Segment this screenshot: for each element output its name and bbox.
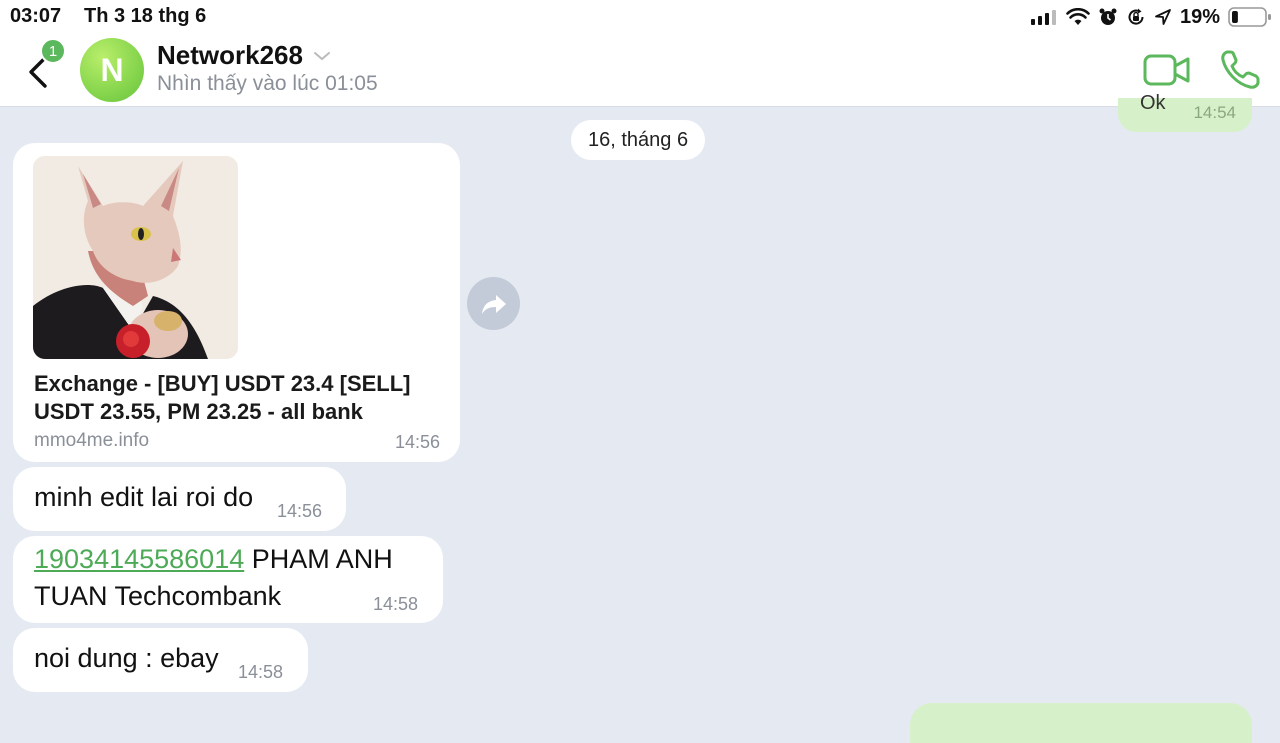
avatar[interactable]: N xyxy=(80,38,144,102)
forward-button[interactable] xyxy=(467,277,520,330)
outgoing-message-text-partial: Ok xyxy=(1140,92,1166,114)
voice-call-button[interactable] xyxy=(1218,48,1262,92)
incoming-message[interactable]: minh edit lai roi do 14:56 xyxy=(13,467,346,531)
link-preview-title: Exchange - [BUY] USDT 23.4 [SELL] USDT 2… xyxy=(34,371,411,424)
message-time: 14:54 xyxy=(1193,103,1236,122)
cellular-signal-icon xyxy=(1030,9,1058,25)
last-seen-status: Nhìn thấy vào lúc 01:05 xyxy=(157,72,378,95)
video-camera-icon xyxy=(1143,54,1190,86)
chevron-down-icon xyxy=(313,51,330,60)
date-separator: 16, tháng 6 xyxy=(571,120,706,160)
battery-icon xyxy=(1228,6,1272,28)
phone-icon xyxy=(1221,50,1260,89)
contact-name-label: Network268 xyxy=(157,40,303,70)
alarm-icon xyxy=(1098,7,1118,27)
status-date: Th 3 18 thg 6 xyxy=(84,5,207,27)
outgoing-message-partial[interactable]: Ok 14:54 xyxy=(1118,92,1252,132)
incoming-message[interactable]: 19034145586014 PHAM ANH TUAN Techcombank… xyxy=(13,536,443,623)
message-time: 14:56 xyxy=(277,501,323,521)
message-text: noi dung : ebay xyxy=(34,643,219,673)
contact-name[interactable]: Network268 xyxy=(157,40,331,71)
message-text-container: 19034145586014 PHAM ANH TUAN Techcombank xyxy=(34,541,429,615)
message-time: 14:56 xyxy=(394,432,440,452)
video-call-button[interactable] xyxy=(1142,50,1192,90)
message-text: minh edit lai roi do xyxy=(34,482,254,512)
link-preview-image[interactable] xyxy=(33,156,238,359)
status-time: 03:07 xyxy=(10,5,62,27)
message-time: 14:58 xyxy=(373,594,419,614)
location-icon xyxy=(1154,8,1172,26)
message-time: 14:58 xyxy=(238,662,284,682)
account-number-link[interactable]: 19034145586014 xyxy=(34,544,244,574)
wifi-icon xyxy=(1066,8,1090,26)
status-bar: 03:07 Th 3 18 thg 6 19% xyxy=(0,0,1280,34)
status-icons: 19% xyxy=(1030,4,1272,30)
incoming-message[interactable]: noi dung : ebay 14:58 xyxy=(13,628,308,692)
unread-badge: 1 xyxy=(40,38,66,64)
outgoing-message-partial[interactable] xyxy=(910,703,1252,743)
orientation-lock-icon xyxy=(1126,7,1146,27)
battery-percent: 19% xyxy=(1179,5,1220,28)
link-preview-message[interactable]: Exchange - [BUY] USDT 23.4 [SELL] USDT 2… xyxy=(13,143,460,462)
link-preview-domain: mmo4me.info xyxy=(34,430,150,451)
avatar-initial: N xyxy=(100,51,124,88)
share-forward-icon xyxy=(481,294,506,314)
